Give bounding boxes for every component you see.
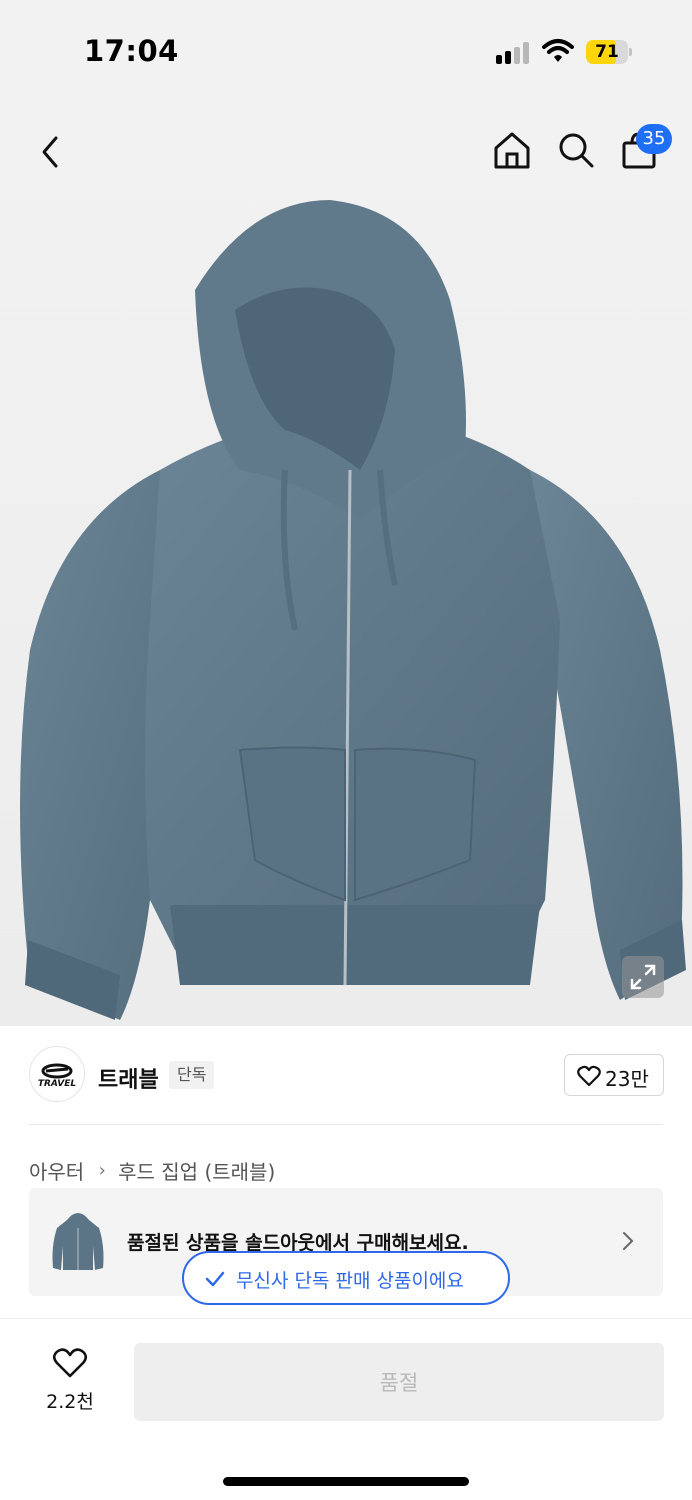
hoodie-illustration (20, 200, 686, 1020)
status-time: 17:04 (84, 34, 179, 68)
bottom-action-bar: 2.2천 품절 (0, 1318, 692, 1500)
chevron-right-icon (623, 1232, 634, 1250)
wifi-icon (542, 39, 574, 62)
expand-image-button[interactable] (622, 956, 664, 998)
battery-icon: 71 (586, 40, 632, 64)
exclusive-notice-pill[interactable]: 무신사 단독 판매 상품이에요 (182, 1251, 510, 1305)
back-icon[interactable] (36, 134, 66, 170)
cart-count-badge: 35 (636, 124, 672, 154)
product-thumbnail (52, 1213, 104, 1270)
brand-like-button[interactable]: 23만 (564, 1054, 664, 1096)
breadcrumb-category[interactable]: 아우터 (29, 1160, 84, 1184)
battery-level: 71 (595, 42, 619, 62)
check-icon (205, 1271, 225, 1287)
wishlist-count: 2.2천 (46, 1391, 94, 1413)
home-icon[interactable] (492, 130, 532, 170)
wishlist-button[interactable]: 2.2천 (30, 1345, 110, 1419)
search-icon[interactable] (556, 130, 596, 170)
brand-logo[interactable]: TRAVEL (29, 1046, 85, 1102)
breadcrumb: 아우터 › 후드 집업 (트래블) (29, 1156, 275, 1185)
product-image[interactable]: 35 (0, 100, 692, 1026)
expand-icon (630, 964, 656, 990)
heart-icon (577, 1065, 601, 1087)
soldout-buy-button[interactable]: 품절 (134, 1343, 664, 1421)
cellular-signal-icon (496, 42, 532, 64)
home-indicator[interactable] (223, 1477, 469, 1486)
brand-logo-text: TRAVEL (37, 1079, 77, 1089)
divider (29, 1124, 663, 1125)
brand-like-count: 23만 (605, 1067, 649, 1091)
brand-row[interactable]: TRAVEL 트래블 단독 23만 (0, 1026, 692, 1126)
brand-exclusive-tag: 단독 (169, 1061, 215, 1089)
breadcrumb-subcategory[interactable]: 후드 집업 (트래블) (118, 1160, 275, 1184)
chevron-right-icon: › (98, 1160, 106, 1181)
brand-name[interactable]: 트래블 (98, 1062, 159, 1094)
heart-icon (52, 1348, 88, 1378)
exclusive-notice-label: 무신사 단독 판매 상품이에요 (236, 1270, 464, 1292)
status-bar: 17:04 71 (0, 0, 692, 100)
